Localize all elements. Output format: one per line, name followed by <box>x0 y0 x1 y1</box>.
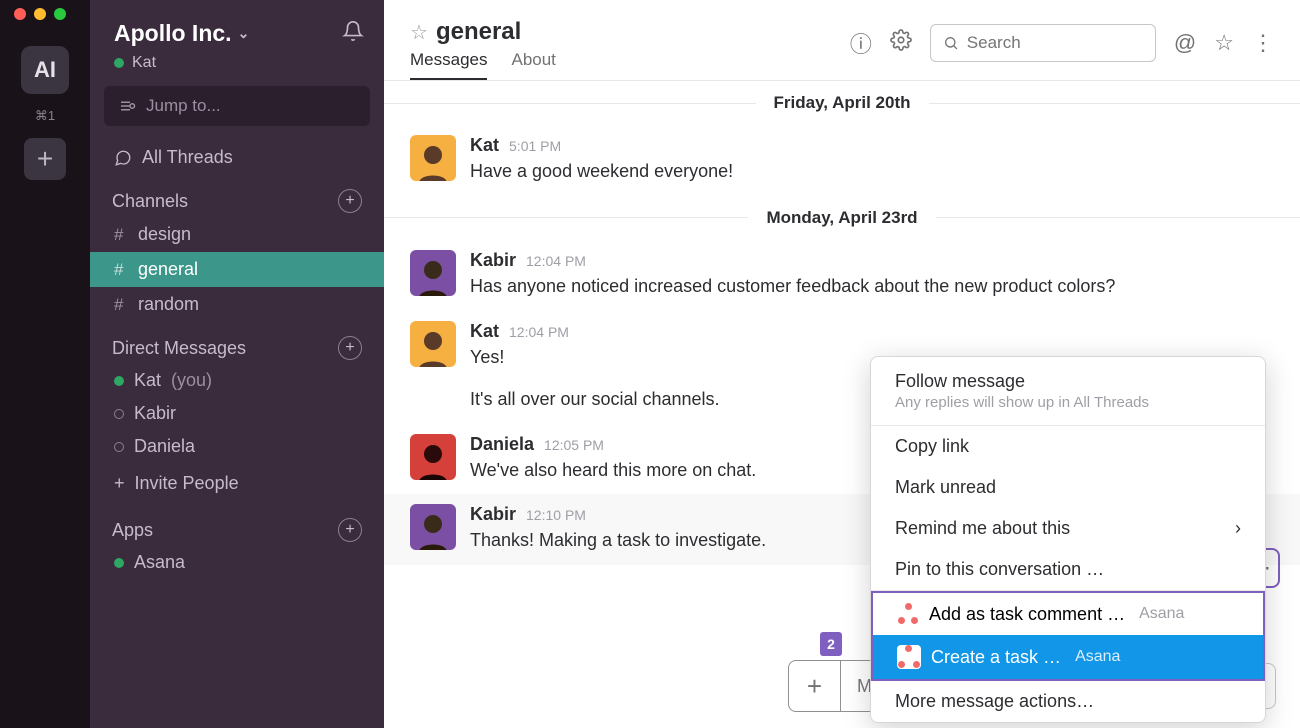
notifications-button[interactable] <box>342 20 364 48</box>
workspace-menu[interactable]: Apollo Inc. ⌄ <box>114 20 249 47</box>
workspace-rail: AI ⌘1 + <box>0 0 90 728</box>
app-asana[interactable]: Asana <box>90 546 384 579</box>
workspace-switcher[interactable]: AI <box>21 46 69 94</box>
window-controls <box>0 8 66 20</box>
presence-offline-icon <box>114 409 124 419</box>
dm-kabir[interactable]: Kabir <box>90 397 384 430</box>
message-author[interactable]: Daniela <box>470 434 534 455</box>
channel-header: ☆ general Messages About ⓘ @ ☆ ⋮ <box>384 0 1300 80</box>
current-user-name: Kat <box>132 54 156 72</box>
chevron-right-icon: › <box>1235 518 1241 539</box>
more-vert-icon[interactable]: ⋮ <box>1252 30 1274 56</box>
annotation-badge-2: 2 <box>820 632 842 656</box>
channel-design[interactable]: #design <box>90 217 384 252</box>
date-divider: Friday, April 20th <box>384 93 1300 113</box>
presence-online-icon <box>114 376 124 386</box>
message-author[interactable]: Kabir <box>470 250 516 271</box>
add-workspace-button[interactable]: + <box>24 138 66 180</box>
sidebar: Apollo Inc. ⌄ Kat Jump to... All Threads… <box>90 0 384 728</box>
menu-mark-unread[interactable]: Mark unread <box>871 467 1265 508</box>
avatar[interactable] <box>410 434 456 480</box>
workspace-shortcut-label: ⌘1 <box>35 108 55 124</box>
avatar[interactable] <box>410 250 456 296</box>
close-window-icon[interactable] <box>14 8 26 20</box>
presence-online-icon <box>114 558 124 568</box>
star-icon[interactable]: ☆ <box>410 20 428 45</box>
message-row[interactable]: Kabir 12:04 PM Has anyone noticed increas… <box>384 240 1300 311</box>
minimize-window-icon[interactable] <box>34 8 46 20</box>
channel-title: general <box>436 18 521 46</box>
asana-icon <box>897 645 921 669</box>
composer-attach-button[interactable]: + <box>789 661 841 711</box>
plus-icon: + <box>114 473 125 494</box>
menu-more-actions[interactable]: More message actions… <box>871 681 1265 722</box>
add-channel-button[interactable]: + <box>338 189 362 213</box>
presence-online-icon <box>114 58 124 68</box>
avatar[interactable] <box>410 321 456 367</box>
hash-icon: # <box>114 225 128 245</box>
main-panel: ☆ general Messages About ⓘ @ ☆ ⋮ Friday,… <box>384 0 1300 728</box>
date-divider: Monday, April 23rd <box>384 208 1300 228</box>
tab-messages[interactable]: Messages <box>410 50 487 80</box>
message-author[interactable]: Kat <box>470 135 499 156</box>
dm-section-header[interactable]: Direct Messages <box>112 338 246 359</box>
message-time: 12:04 PM <box>526 253 586 269</box>
mentions-icon[interactable]: @ <box>1174 30 1196 56</box>
gear-icon[interactable] <box>890 29 912 57</box>
message-time: 5:01 PM <box>509 138 561 154</box>
all-threads-label: All Threads <box>142 147 233 168</box>
message-author[interactable]: Kat <box>470 321 499 342</box>
all-threads-link[interactable]: All Threads <box>90 140 384 175</box>
search-icon <box>943 34 959 52</box>
apps-section-header[interactable]: Apps <box>112 520 153 541</box>
channels-section-header[interactable]: Channels <box>112 191 188 212</box>
dm-kat[interactable]: Kat (you) <box>90 364 384 397</box>
message-time: 12:04 PM <box>509 324 569 340</box>
asana-icon <box>897 603 919 625</box>
menu-remind-me[interactable]: Remind me about this› <box>871 508 1265 549</box>
message-text: Have a good weekend everyone! <box>470 158 1274 186</box>
star-channel-icon[interactable]: ☆ <box>1214 30 1234 56</box>
search-field[interactable] <box>967 33 1143 53</box>
jump-to-label: Jump to... <box>146 96 221 116</box>
info-icon[interactable]: ⓘ <box>850 27 872 59</box>
workspace-name: Apollo Inc. <box>114 20 232 47</box>
chevron-down-icon: ⌄ <box>238 25 250 42</box>
message-text: Has anyone noticed increased customer fe… <box>470 273 1274 301</box>
presence-offline-icon <box>114 442 124 452</box>
menu-add-task-comment[interactable]: Add as task comment …Asana <box>873 593 1263 635</box>
tab-about[interactable]: About <box>511 50 555 80</box>
message-author[interactable]: Kabir <box>470 504 516 525</box>
message-actions-menu: Follow message Any replies will show up … <box>870 356 1266 723</box>
jump-to-input[interactable]: Jump to... <box>104 86 370 126</box>
message-row[interactable]: Kat 5:01 PM Have a good weekend everyone! <box>384 125 1300 196</box>
avatar[interactable] <box>410 135 456 181</box>
message-time: 12:05 PM <box>544 437 604 453</box>
menu-create-task[interactable]: Create a task …Asana <box>873 635 1263 679</box>
menu-follow-message[interactable]: Follow message Any replies will show up … <box>871 357 1265 425</box>
message-time: 12:10 PM <box>526 507 586 523</box>
channel-random[interactable]: #random <box>90 287 384 322</box>
current-user-row[interactable]: Kat <box>90 54 384 86</box>
avatar[interactable] <box>410 504 456 550</box>
fullscreen-window-icon[interactable] <box>54 8 66 20</box>
menu-pin-conversation[interactable]: Pin to this conversation … <box>871 549 1265 590</box>
add-dm-button[interactable]: + <box>338 336 362 360</box>
hash-icon: # <box>114 260 128 280</box>
dm-daniela[interactable]: Daniela <box>90 430 384 463</box>
hash-icon: # <box>114 295 128 315</box>
menu-copy-link[interactable]: Copy link <box>871 426 1265 467</box>
add-app-button[interactable]: + <box>338 518 362 542</box>
search-input[interactable] <box>930 24 1156 62</box>
invite-people-button[interactable]: +Invite People <box>90 463 384 504</box>
channel-general[interactable]: #general <box>90 252 384 287</box>
